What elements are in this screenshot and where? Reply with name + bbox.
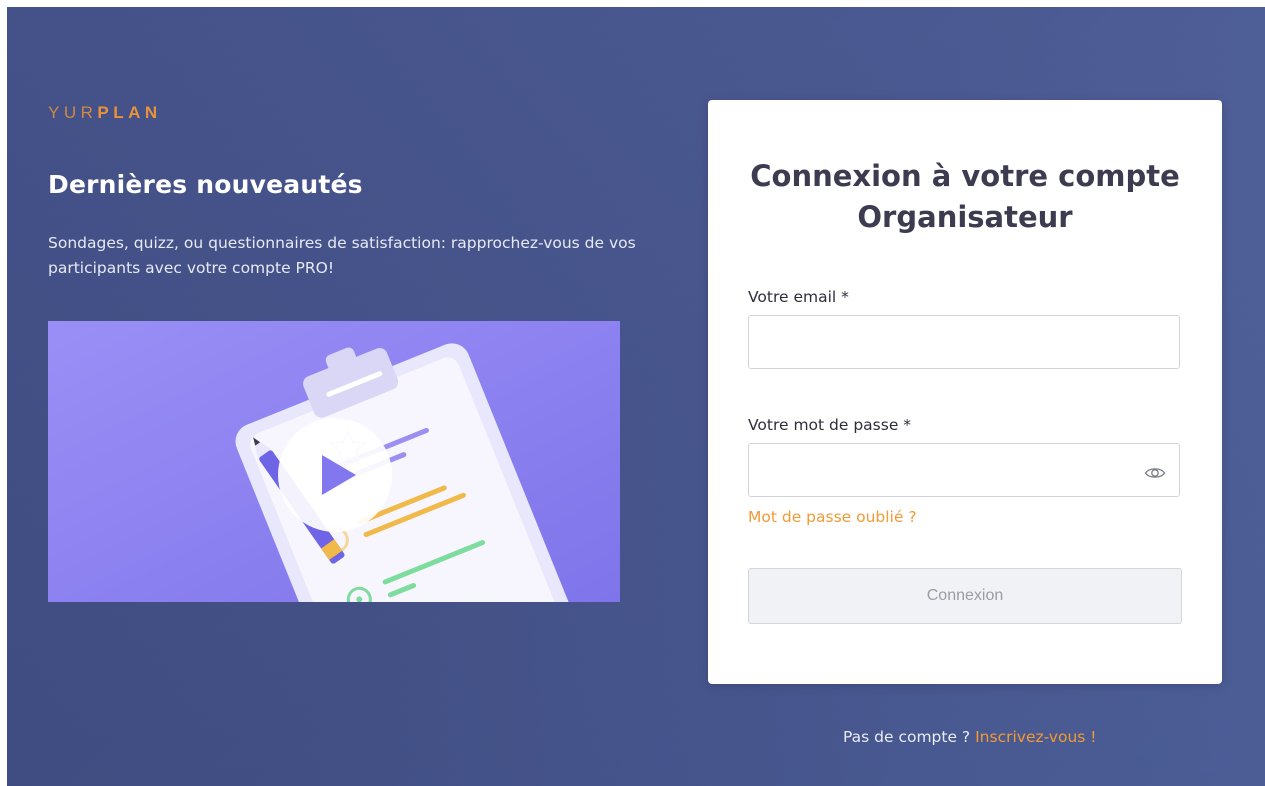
login-card: Connexion à votre compte Organisateur Vo…	[708, 100, 1222, 684]
news-title: Dernières nouveautés	[48, 170, 363, 199]
logo-text-plan: PLAN	[97, 103, 162, 122]
signup-prompt-text: Pas de compte ?	[843, 728, 976, 746]
logo-text-yur: YUR	[48, 103, 98, 122]
forgot-password-link[interactable]: Mot de passe oublié ?	[748, 508, 917, 526]
video-thumbnail-illustration	[48, 321, 620, 602]
login-submit-button[interactable]: Connexion	[748, 568, 1182, 624]
password-field[interactable]	[748, 443, 1180, 497]
email-label: Votre email *	[748, 288, 849, 306]
yurplan-logo[interactable]: YURPLAN	[48, 103, 162, 123]
password-label: Votre mot de passe *	[748, 416, 912, 434]
email-field[interactable]	[748, 315, 1180, 369]
login-page: YURPLAN Dernières nouveautés Sondages, q…	[7, 7, 1265, 786]
news-video[interactable]	[48, 321, 620, 602]
news-description: Sondages, quizz, ou questionnaires de sa…	[48, 234, 636, 277]
signup-prompt-line: Pas de compte ? Inscrivez-vous !	[843, 728, 1096, 746]
signup-link[interactable]: Inscrivez-vous !	[975, 728, 1096, 746]
eye-icon[interactable]	[1144, 465, 1166, 481]
login-title: Connexion à votre compte Organisateur	[750, 159, 1180, 234]
